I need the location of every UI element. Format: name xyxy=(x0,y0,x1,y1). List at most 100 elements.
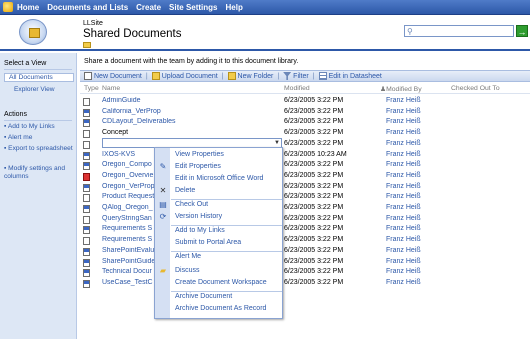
modified-by-link[interactable]: Franz Heiß xyxy=(386,247,421,254)
modified-by-link[interactable]: Franz Heiß xyxy=(386,268,421,275)
menu-item-view-properties[interactable]: View Properties xyxy=(175,151,224,158)
column-header-checked-out-to[interactable]: Checked Out To xyxy=(451,85,500,92)
column-header-modified-by[interactable]: ♟Modified By xyxy=(380,85,422,93)
menu-item-check-out[interactable]: Check Out xyxy=(175,201,208,208)
modified-by-link[interactable]: Franz Heiß xyxy=(386,183,421,190)
chevron-down-icon[interactable]: ▼ xyxy=(274,140,280,146)
modified-by-link[interactable]: Franz Heiß xyxy=(386,279,421,286)
modified-by-link[interactable]: Franz Heiß xyxy=(386,108,421,115)
modified-by-link[interactable]: Franz Heiß xyxy=(386,151,421,158)
document-name-link[interactable]: CDLayout_Deliverables xyxy=(102,118,188,125)
modified-date: 6/23/2005 3:22 PM xyxy=(284,193,344,201)
action-alert-me[interactable]: ▪ Alert me xyxy=(4,134,32,142)
modified-by-link[interactable]: Franz Heiß xyxy=(386,215,421,222)
menu-item-archive-document-as-record[interactable]: Archive Document As Record xyxy=(175,305,266,312)
column-header-type[interactable]: Type xyxy=(84,85,99,92)
menu-item-edit-properties[interactable]: Edit Properties xyxy=(175,163,221,170)
word-document-icon[interactable] xyxy=(83,269,90,278)
document-name-link[interactable]: Concept xyxy=(102,129,188,136)
modified-by-link[interactable]: Franz Heiß xyxy=(386,118,421,125)
table-row[interactable]: Requirements S 6/23/2005 3:22 PM Franz Hei… xyxy=(80,225,530,235)
menu-item-version-history[interactable]: Version History xyxy=(175,213,222,220)
new-document-button[interactable]: New Document xyxy=(84,72,142,80)
modified-by-link[interactable]: Franz Heiß xyxy=(386,129,421,136)
site-name[interactable]: LLSite xyxy=(83,20,103,27)
view-all-documents[interactable]: All Documents xyxy=(4,73,74,82)
nav-create[interactable]: Create xyxy=(136,3,161,12)
word-document-icon[interactable] xyxy=(83,205,90,213)
pdf-document-icon[interactable] xyxy=(83,172,90,181)
table-row[interactable]: QAlog_Oregon_ 6/23/2005 3:22 PM Franz Heiß xyxy=(80,204,530,214)
document-icon[interactable] xyxy=(83,194,90,203)
new-folder-button[interactable]: New Folder xyxy=(227,72,273,80)
menu-item-add-to-my-links[interactable]: Add to My Links xyxy=(175,227,225,234)
action-modify-settings[interactable]: ▪ Modify settings and columns xyxy=(4,165,74,180)
table-row[interactable]: Oregon_Overvie 6/23/2005 3:22 PM Franz Hei… xyxy=(80,172,530,182)
document-icon[interactable] xyxy=(83,98,90,106)
table-row[interactable]: IXOS-KVS 6/23/2005 10:23 AM Franz Heiß xyxy=(80,151,530,161)
word-document-icon[interactable] xyxy=(83,183,90,192)
table-row[interactable]: California_VerProp 6/23/2005 3:22 PM Franz… xyxy=(80,108,530,118)
modified-by-link[interactable]: Franz Heiß xyxy=(386,161,421,168)
column-header-modified[interactable]: Modified xyxy=(284,85,310,92)
nav-home[interactable]: Home xyxy=(17,3,39,12)
menu-item-edit-in-microsoft-office-word[interactable]: Edit in Microsoft Office Word xyxy=(175,175,263,182)
word-document-icon[interactable] xyxy=(83,119,90,128)
menu-item-delete[interactable]: Delete xyxy=(175,187,195,194)
menu-item-create-document-workspace[interactable]: Create Document Workspace xyxy=(175,279,267,286)
word-document-icon[interactable] xyxy=(83,247,90,256)
word-document-icon[interactable] xyxy=(83,279,90,288)
menu-item-submit-to-portal-area[interactable]: Submit to Portal Area xyxy=(175,239,241,246)
nav-documents-and-lists[interactable]: Documents and Lists xyxy=(47,3,128,12)
word-document-icon[interactable] xyxy=(83,151,90,160)
column-header-name[interactable]: Name xyxy=(102,85,120,92)
modified-by-link[interactable]: Franz Heiß xyxy=(386,236,421,243)
word-document-icon[interactable] xyxy=(83,162,90,171)
modified-by-link[interactable]: Franz Heiß xyxy=(386,172,421,179)
table-row[interactable]: UseCase_TestC 6/23/2005 3:22 PM Franz Heiß xyxy=(80,279,530,289)
document-name-link[interactable]: AdminGuide xyxy=(102,97,188,104)
view-explorer[interactable]: Explorer View xyxy=(14,86,55,94)
modified-by-link[interactable]: Franz Heiß xyxy=(386,225,421,232)
document-icon[interactable] xyxy=(83,237,90,246)
library-toolbar: New Document | Upload Document | New Fol… xyxy=(80,70,530,82)
menu-item-discuss[interactable]: Discuss xyxy=(175,267,200,274)
table-row[interactable]: Oregon_Compo 6/23/2005 3:22 PM Franz Heiß xyxy=(80,161,530,171)
search-go-button[interactable]: → xyxy=(516,25,528,37)
menu-item-alert-me[interactable]: Alert Me xyxy=(175,253,201,260)
table-row[interactable]: QueryStringSan 6/23/2005 3:22 PM Franz Hei… xyxy=(80,215,530,225)
word-document-icon[interactable] xyxy=(83,226,90,235)
word-document-icon[interactable] xyxy=(83,108,90,117)
modified-by-link[interactable]: Franz Heiß xyxy=(386,193,421,200)
action-add-to-my-links[interactable]: ▪ Add to My Links xyxy=(4,123,55,131)
action-export-to-spreadsheet[interactable]: ▪ Export to spreadsheet xyxy=(4,145,74,153)
table-row[interactable]: Requirements S 6/23/2005 3:22 PM Franz Hei… xyxy=(80,236,530,246)
table-row[interactable]: CDLayout_Deliverables 6/23/2005 3:22 PM Fr… xyxy=(80,118,530,128)
table-row[interactable]: Product Request 6/23/2005 3:22 PM Franz He… xyxy=(80,193,530,203)
table-row[interactable]: AdminGuide 6/23/2005 3:22 PM Franz Heiß xyxy=(80,97,530,107)
modified-by-link[interactable]: Franz Heiß xyxy=(386,140,421,147)
table-row[interactable]: Oregon_VerProp 6/23/2005 3:22 PM Franz Hei… xyxy=(80,183,530,193)
table-row[interactable]: SharePointGuide 6/23/2005 3:22 PM Franz He… xyxy=(80,258,530,268)
document-icon[interactable] xyxy=(83,215,90,224)
table-row[interactable]: Technical Docur 6/23/2005 3:22 PM Franz He… xyxy=(80,268,530,278)
nav-site-settings[interactable]: Site Settings xyxy=(169,3,217,12)
document-icon[interactable] xyxy=(83,140,90,149)
nav-help[interactable]: Help xyxy=(226,3,243,12)
modified-by-link[interactable]: Franz Heiß xyxy=(386,258,421,265)
word-document-icon[interactable] xyxy=(83,258,90,267)
menu-item-archive-document[interactable]: Archive Document xyxy=(175,293,232,300)
folder-icon[interactable] xyxy=(83,42,91,48)
document-name-link[interactable]: California_VerProp xyxy=(102,108,188,115)
modified-by-link[interactable]: Franz Heiß xyxy=(386,97,421,104)
search-input[interactable] xyxy=(419,27,512,36)
modified-date: 6/23/2005 10:23 AM xyxy=(284,150,347,158)
table-row[interactable]: SharePointEvalu 6/23/2005 3:22 PM Franz He… xyxy=(80,247,530,257)
discuss-icon: ▰ xyxy=(159,266,167,275)
edit-in-datasheet-button[interactable]: Edit in Datasheet xyxy=(318,72,382,80)
upload-document-button[interactable]: Upload Document xyxy=(151,72,218,80)
document-icon[interactable] xyxy=(83,130,90,139)
modified-date: 6/23/2005 3:22 PM xyxy=(284,97,344,104)
modified-by-link[interactable]: Franz Heiß xyxy=(386,204,421,211)
filter-button[interactable]: Filter xyxy=(283,72,309,80)
